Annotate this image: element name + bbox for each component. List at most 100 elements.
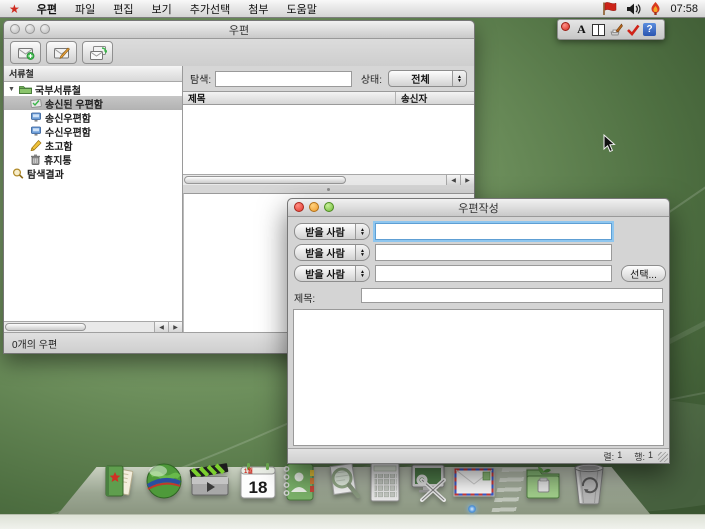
minimize-button[interactable] (309, 202, 319, 212)
dock-item-file-search[interactable] (322, 460, 362, 506)
zoom-button[interactable] (40, 24, 50, 34)
ink-pen-button[interactable] (607, 22, 624, 37)
sent-mailbox-icon (30, 98, 42, 108)
close-button[interactable] (294, 202, 304, 212)
svg-text:1월: 1월 (244, 467, 253, 475)
scrollbar-thumb[interactable] (5, 323, 86, 331)
scroll-left-icon[interactable]: ◀ (446, 175, 460, 185)
mouse-cursor (603, 134, 617, 153)
stepper-icon: ▲▼ (355, 224, 369, 239)
menu-view[interactable]: 보기 (143, 0, 181, 17)
columns-button[interactable] (590, 22, 607, 37)
folder-tree: ▼ 국부서류철 송신된 우편함 (4, 82, 182, 321)
help-button[interactable]: ? (641, 22, 658, 37)
mail-envelope-icon (451, 460, 497, 504)
trash-can-icon (567, 460, 611, 506)
dock-item-applications[interactable] (523, 460, 563, 506)
resize-grip[interactable] (658, 452, 668, 462)
dock-item-calendar[interactable]: 1월 18 (238, 460, 278, 506)
sidebar-item-sent-mailbox[interactable]: 송신된 우편함 (4, 96, 182, 110)
subject-input[interactable] (361, 288, 663, 303)
recipient-type-dropdown-2[interactable]: 받을 사람 ▲▼ (294, 244, 370, 261)
mail-window-titlebar[interactable]: 우편 (4, 21, 474, 39)
sidebar-item-local-folders[interactable]: ▼ 국부서류철 (4, 82, 182, 96)
edit-mail-icon (53, 46, 71, 60)
close-icon[interactable] (561, 22, 570, 31)
recipient-type-dropdown-3[interactable]: 받을 사람 ▲▼ (294, 265, 370, 282)
compose-new-button[interactable] (10, 41, 41, 64)
recipient-input-3[interactable] (375, 265, 612, 282)
search-input[interactable] (215, 71, 352, 87)
clock[interactable]: 07:58 (670, 3, 698, 15)
send-receive-button[interactable] (82, 41, 113, 64)
letter-a-button[interactable]: A (573, 22, 590, 37)
scroll-right-icon[interactable]: ▶ (168, 322, 182, 332)
media-player-clapper-icon (187, 460, 233, 504)
outbox-icon (30, 112, 42, 122)
dock-item-calculator[interactable] (366, 460, 406, 506)
row-position-value: 1 (648, 450, 653, 463)
sidebar-item-inbox[interactable]: 수신우편함 (4, 124, 182, 138)
drafts-pencil-icon (30, 140, 42, 151)
mail-window-title: 우편 (229, 22, 249, 38)
volume-icon[interactable] (626, 3, 641, 15)
menu-attach[interactable]: 첨부 (239, 0, 277, 17)
menu-edit[interactable]: 편집 (104, 0, 142, 17)
check-button[interactable] (624, 22, 641, 37)
scroll-right-icon[interactable]: ▶ (460, 175, 474, 185)
select-address-button[interactable]: 선택... (621, 265, 666, 282)
dock-item-address-book[interactable] (280, 460, 320, 506)
message-list-header: 제목 송신자 (183, 91, 474, 105)
sidebar-item-trash[interactable]: 휴지통 (4, 152, 182, 166)
chevron-down-icon[interactable]: ▼ (8, 86, 16, 93)
format-palette[interactable]: A ? (557, 19, 665, 40)
recipient-input-1[interactable] (375, 223, 612, 240)
stepper-icon: ▲▼ (355, 266, 369, 281)
inbox-icon (30, 126, 42, 136)
sidebar-item-search-results[interactable]: 탐색결과 (4, 166, 182, 180)
pane-splitter[interactable] (183, 185, 474, 193)
dock-item-mail[interactable] (451, 460, 497, 506)
sidebar-item-drafts[interactable]: 초고함 (4, 138, 182, 152)
list-horizontal-scrollbar[interactable]: ◀ ▶ (183, 174, 474, 185)
column-position-value: 1 (617, 450, 622, 463)
sidebar-item-outbox[interactable]: 송신우편함 (4, 110, 182, 124)
compose-edit-button[interactable] (46, 41, 77, 64)
sidebar-header: 서류철 (4, 66, 182, 82)
dock-item-system-tools[interactable] (408, 460, 448, 506)
message-list-body[interactable] (183, 105, 474, 175)
menu-file[interactable]: 파일 (66, 0, 104, 17)
svg-text:18: 18 (249, 478, 268, 497)
search-label: 탐색: (190, 71, 211, 86)
mail-count-text: 0개의 우편 (12, 336, 57, 351)
column-sender[interactable]: 송신자 (396, 92, 474, 104)
applications-folder-icon (523, 460, 563, 504)
dock-item-documents[interactable] (100, 460, 140, 506)
zoom-button[interactable] (324, 202, 334, 212)
menu-options[interactable]: 추가선택 (181, 0, 239, 17)
message-body-textarea[interactable] (293, 309, 664, 446)
column-subject[interactable]: 제목 (183, 92, 396, 104)
status-filter-dropdown[interactable]: 전체 ▲▼ (388, 70, 467, 87)
menu-help[interactable]: 도움말 (278, 0, 326, 17)
compose-titlebar[interactable]: 우편작성 (288, 199, 669, 217)
minimize-button[interactable] (25, 24, 35, 34)
dock-item-trash[interactable] (567, 460, 611, 506)
calendar-icon: 1월 18 (238, 460, 278, 504)
scrollbar-thumb[interactable] (184, 176, 346, 184)
sidebar-horizontal-scrollbar[interactable]: ◀ ▶ (4, 321, 182, 332)
close-button[interactable] (10, 24, 20, 34)
sidebar-item-label: 탐색결과 (27, 166, 64, 181)
menu-mail[interactable]: 우편 (28, 0, 66, 17)
scroll-left-icon[interactable]: ◀ (154, 322, 168, 332)
recipient-input-2[interactable] (375, 244, 612, 261)
flag-icon[interactable] (602, 2, 617, 15)
compose-window: 우편작성 받을 사람 ▲▼ 받을 사람 ▲▼ 받을 사람 ▲▼ 선택... 제목… (287, 198, 670, 464)
file-search-icon (322, 460, 364, 504)
recipient-type-dropdown-1[interactable]: 받을 사람 ▲▼ (294, 223, 370, 240)
red-star-menu-icon[interactable]: ★ (9, 3, 20, 15)
dock-item-media-player[interactable] (187, 460, 227, 506)
dock-item-browser[interactable] (143, 460, 183, 506)
sidebar-item-label: 국부서류철 (35, 82, 81, 97)
torch-icon[interactable] (650, 2, 661, 15)
